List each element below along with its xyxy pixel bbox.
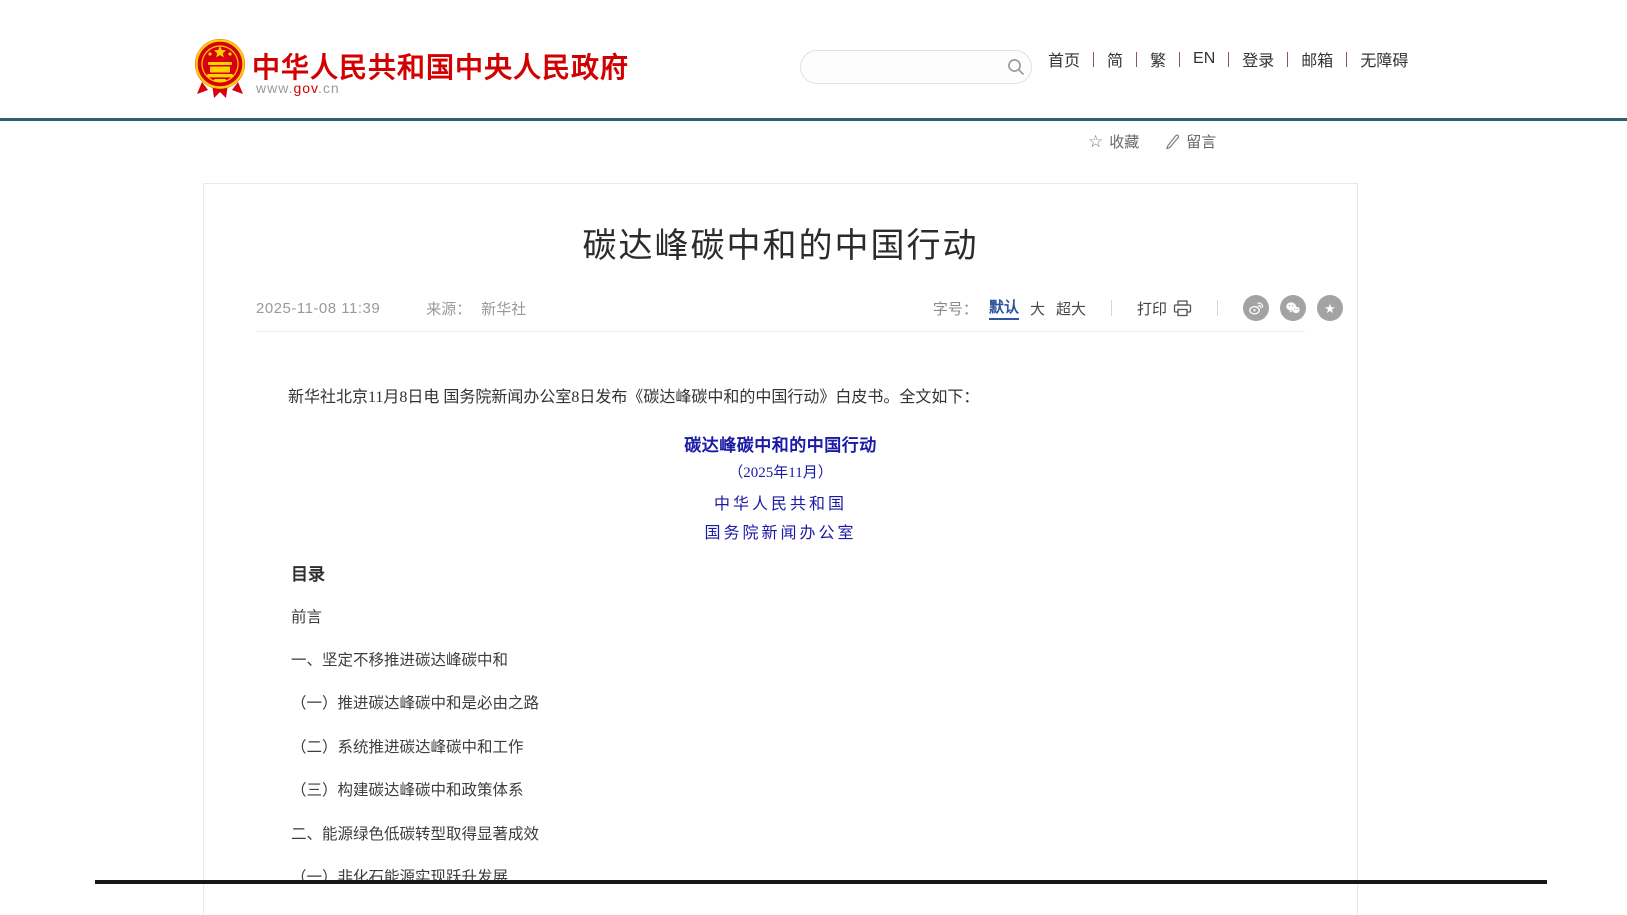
wechat-icon (1284, 299, 1302, 317)
site-url-gov: gov (293, 80, 318, 96)
nav-login[interactable]: 登录 (1229, 47, 1287, 71)
main-nav: 首页 简 繁 EN 登录 邮箱 无障碍 (1035, 0, 1421, 118)
doc-org-line1: 中华人民共和国 (204, 490, 1357, 514)
toc-item: 前言 (291, 605, 322, 627)
toc-heading: 目录 (291, 560, 325, 585)
meta-divider (1217, 300, 1218, 316)
printer-icon (1173, 300, 1192, 317)
favorite-button[interactable]: ☆ 收藏 (1088, 131, 1139, 152)
fontsize-xlarge-button[interactable]: 超大 (1056, 298, 1086, 319)
search-icon[interactable] (1001, 56, 1031, 78)
article-date: 2025-11-08 11:39 (256, 300, 380, 317)
national-emblem-icon (194, 38, 246, 100)
article-title: 碳达峰碳中和的中国行动 (204, 218, 1357, 267)
toc-item: 一、坚定不移推进碳达峰碳中和 (291, 648, 508, 670)
page: 中华人民共和国中央人民政府 www.gov.cn 首页 简 繁 EN 登录 邮箱 (0, 0, 1627, 915)
page-toolbar: ☆ 收藏 留言 (1088, 131, 1216, 152)
fontsize-large-button[interactable]: 大 (1030, 298, 1045, 319)
fontsize-label: 字号： (933, 298, 978, 319)
viewport-bottom-edge (95, 880, 1547, 884)
meta-underline (256, 331, 1305, 332)
doc-date: （2025年11月） (204, 461, 1357, 482)
share-wechat-button[interactable] (1280, 295, 1306, 321)
pencil-icon (1165, 134, 1180, 149)
search-input[interactable] (815, 53, 1001, 81)
doc-title: 碳达峰碳中和的中国行动 (204, 431, 1357, 456)
favorite-label: 收藏 (1109, 131, 1139, 152)
search-box[interactable] (800, 50, 1032, 84)
toc-item: （三）构建碳达峰碳中和政策体系 (291, 778, 524, 800)
nav-traditional[interactable]: 繁 (1137, 47, 1179, 71)
site-header: 中华人民共和国中央人民政府 www.gov.cn 首页 简 繁 EN 登录 邮箱 (0, 0, 1627, 118)
nav-mail[interactable]: 邮箱 (1288, 47, 1346, 71)
qzone-star-icon: ★ (1324, 302, 1336, 315)
nav-home[interactable]: 首页 (1035, 47, 1093, 71)
comment-label: 留言 (1186, 131, 1216, 152)
doc-org-line2: 国务院新闻办公室 (204, 519, 1357, 543)
toc-item: 二、能源绿色低碳转型取得显著成效 (291, 822, 539, 844)
site-url-suffix: .cn (318, 80, 340, 96)
site-url-prefix: www. (256, 80, 293, 96)
article-card: 碳达峰碳中和的中国行动 2025-11-08 11:39 来源： 新华社 字号：… (203, 183, 1358, 915)
article-meta-right: 字号： 默认 大 超大 打印 (933, 295, 1343, 321)
share-weibo-button[interactable] (1243, 295, 1269, 321)
lead-paragraph: 新华社北京11月8日电 国务院新闻办公室8日发布《碳达峰碳中和的中国行动》白皮书… (256, 384, 1297, 411)
toc-item: （二）系统推进碳达峰碳中和工作 (291, 735, 524, 757)
header-divider-bar (0, 118, 1627, 121)
meta-divider (1111, 300, 1112, 316)
weibo-icon (1247, 299, 1265, 317)
site-url: www.gov.cn (256, 80, 340, 96)
source-value[interactable]: 新华社 (481, 298, 526, 319)
article-meta-left: 2025-11-08 11:39 来源： 新华社 (256, 298, 526, 319)
nav-simplified[interactable]: 简 (1094, 47, 1136, 71)
print-button[interactable]: 打印 (1137, 298, 1192, 319)
comment-button[interactable]: 留言 (1165, 131, 1216, 152)
fontsize-default-button[interactable]: 默认 (989, 296, 1019, 320)
source-label: 来源： (426, 298, 471, 319)
print-label: 打印 (1137, 298, 1167, 319)
article-meta-row: 2025-11-08 11:39 来源： 新华社 字号： 默认 大 超大 打印 (256, 288, 1343, 328)
star-outline-icon: ☆ (1088, 133, 1103, 150)
nav-english[interactable]: EN (1180, 50, 1228, 68)
nav-accessibility[interactable]: 无障碍 (1347, 47, 1421, 71)
share-qzone-button[interactable]: ★ (1317, 295, 1343, 321)
toc-item: （一）推进碳达峰碳中和是必由之路 (291, 691, 539, 713)
